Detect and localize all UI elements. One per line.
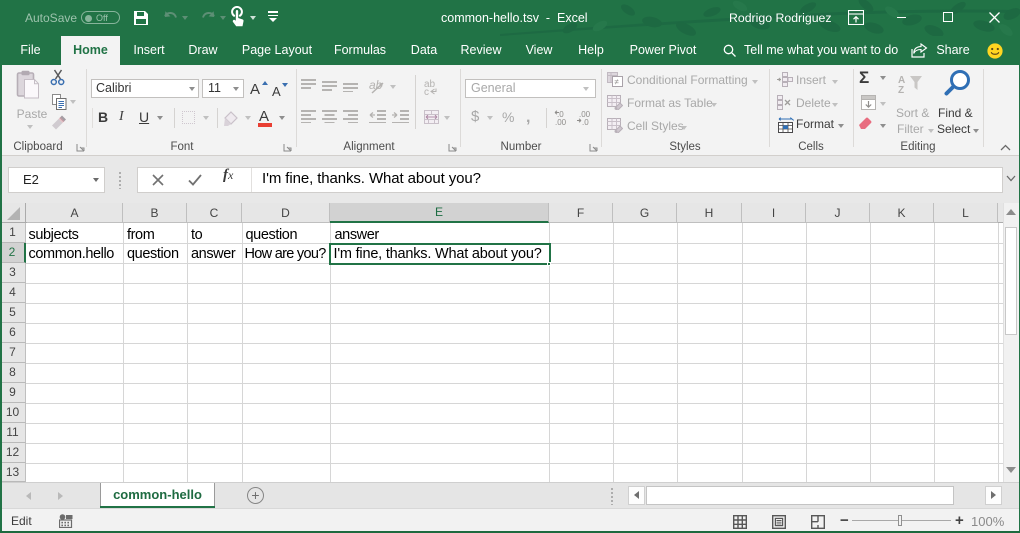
svg-text:c: c: [424, 87, 429, 95]
svg-text:Z: Z: [898, 85, 904, 94]
svg-text:≠: ≠: [615, 78, 620, 87]
svg-text:.00: .00: [555, 118, 567, 126]
svg-text:.0: .0: [582, 118, 589, 126]
